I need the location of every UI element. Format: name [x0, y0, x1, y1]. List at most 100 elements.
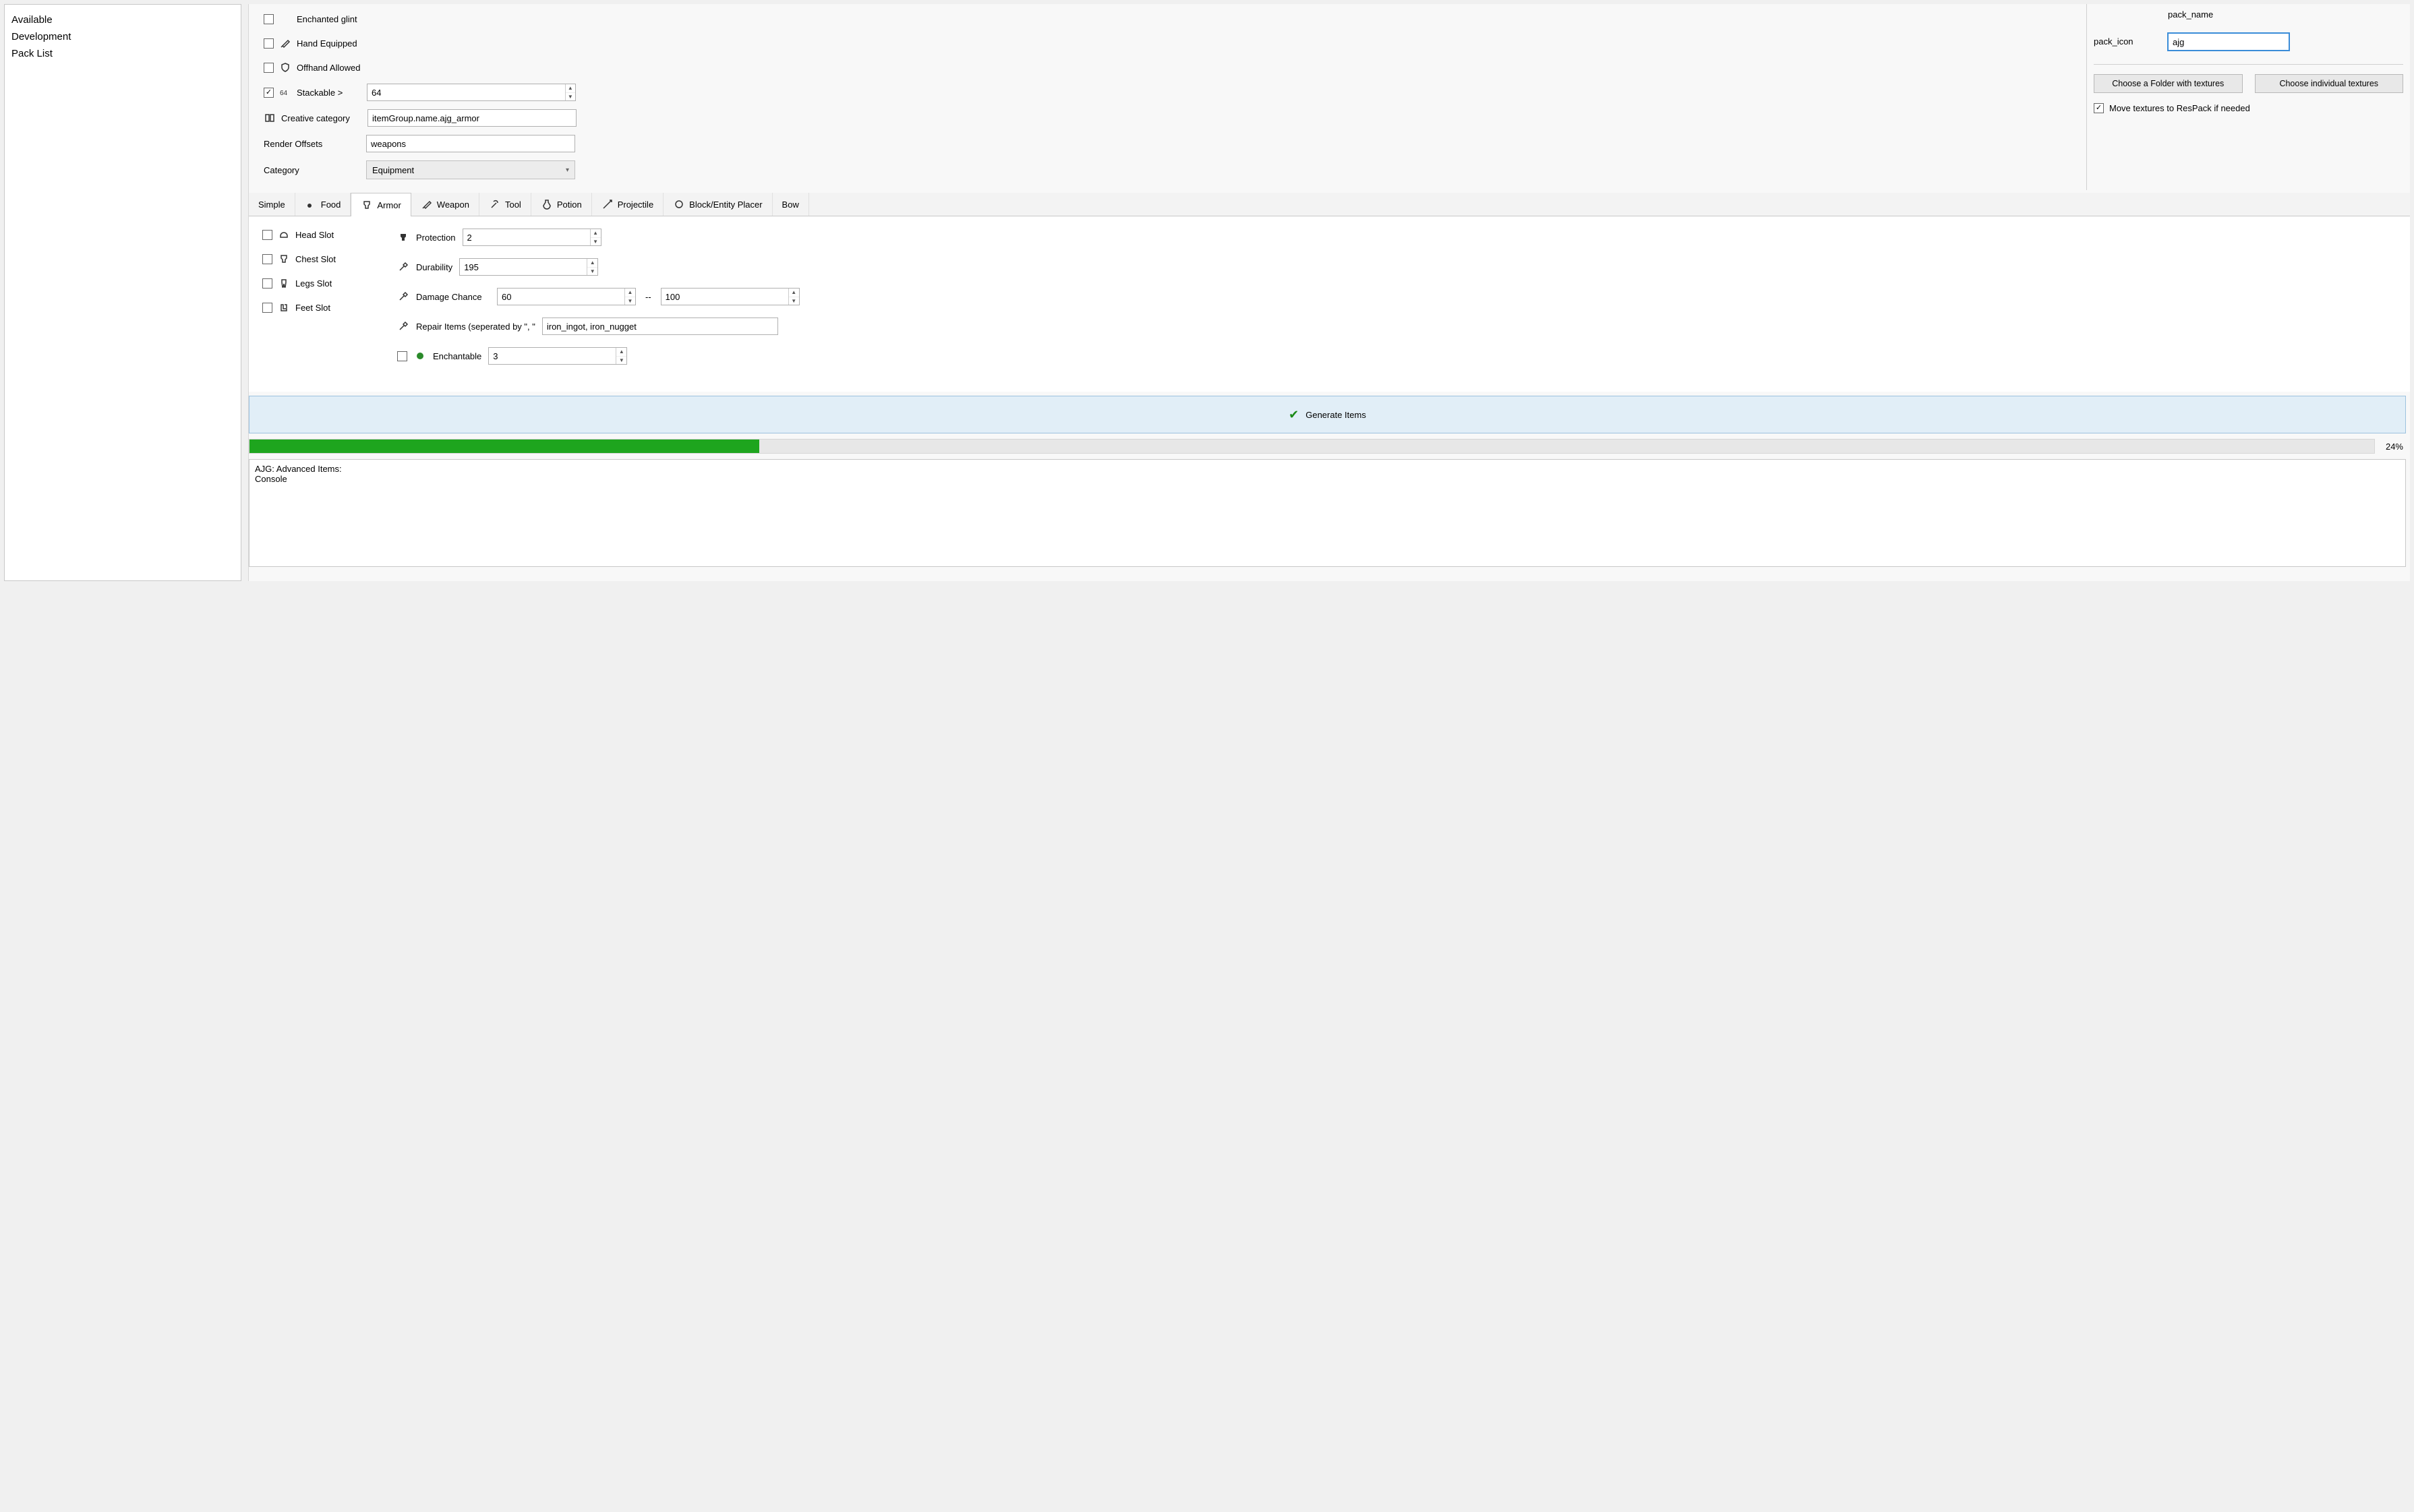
- sidebar-item-pack-list[interactable]: Pack List: [9, 45, 237, 62]
- protection-label: Protection: [416, 233, 456, 243]
- move-textures-label: Move textures to ResPack if needed: [2109, 103, 2250, 113]
- item-options: Enchanted glint Hand Equipped Offhand Al…: [249, 4, 2086, 190]
- main-panel: Enchanted glint Hand Equipped Offhand Al…: [248, 4, 2410, 581]
- legs-slot-label: Legs Slot: [295, 278, 332, 289]
- creative-category-input[interactable]: [367, 109, 577, 127]
- sidebar: Available Development Pack List: [4, 4, 241, 581]
- enchantable-label: Enchantable: [433, 351, 481, 361]
- spinner-up-icon[interactable]: ▲: [587, 259, 597, 268]
- render-offsets-input[interactable]: [366, 135, 575, 152]
- spinner-up-icon[interactable]: ▲: [591, 229, 601, 238]
- progress-percent: 24%: [2375, 442, 2406, 452]
- spinner-up-icon[interactable]: ▲: [616, 348, 626, 357]
- progress-bar: [249, 439, 2375, 454]
- hand-equipped-checkbox[interactable]: [264, 38, 274, 49]
- render-offsets-label: Render Offsets: [264, 139, 361, 149]
- enchanted-glint-checkbox[interactable]: [264, 14, 274, 24]
- enchantable-spinner[interactable]: ▲▼: [488, 347, 627, 365]
- protection-spinner[interactable]: ▲▼: [463, 229, 601, 246]
- sparkle-icon: [279, 13, 291, 25]
- sidebar-item-development[interactable]: Development: [9, 28, 237, 45]
- book-icon: [264, 112, 276, 124]
- tab-armor[interactable]: Armor: [351, 193, 411, 216]
- spinner-up-icon[interactable]: ▲: [566, 84, 575, 93]
- creative-category-label: Creative category: [281, 113, 362, 123]
- armor-icon: [361, 199, 373, 211]
- tab-tool[interactable]: Tool: [479, 193, 531, 216]
- item-type-tabs: Simple Food Armor Weapon Tool Potion: [249, 193, 2410, 216]
- pack-name-label: pack_name: [2168, 9, 2403, 20]
- weapon-icon: [421, 198, 433, 210]
- tab-weapon[interactable]: Weapon: [411, 193, 479, 216]
- chestplate-icon: [278, 253, 290, 265]
- enchanted-glint-label: Enchanted glint: [297, 14, 357, 24]
- category-label: Category: [264, 165, 361, 175]
- generate-items-button[interactable]: ✔ Generate Items: [249, 396, 2406, 433]
- feet-slot-checkbox[interactable]: [262, 303, 272, 313]
- spinner-down-icon[interactable]: ▼: [566, 93, 575, 101]
- head-slot-checkbox[interactable]: [262, 230, 272, 240]
- hand-equipped-label: Hand Equipped: [297, 38, 357, 49]
- stackable-checkbox[interactable]: [264, 88, 274, 98]
- leggings-icon: [278, 277, 290, 289]
- tab-simple[interactable]: Simple: [249, 193, 295, 216]
- armor-tab-body: Head Slot Chest Slot Legs Slot Feet Slot: [249, 216, 2410, 392]
- offhand-allowed-label: Offhand Allowed: [297, 63, 360, 73]
- chest-slot-label: Chest Slot: [295, 254, 336, 264]
- offhand-allowed-checkbox[interactable]: [264, 63, 274, 73]
- pack-panel: pack_icon pack_name Choose a Folder with…: [2086, 4, 2410, 190]
- pack-icon-label: pack_icon: [2094, 36, 2133, 47]
- category-select[interactable]: Equipment ▾: [366, 160, 575, 179]
- enchantable-checkbox[interactable]: [397, 351, 407, 361]
- sidebar-item-available[interactable]: Available: [9, 11, 237, 28]
- stackable-label: Stackable >: [297, 88, 361, 98]
- hammer-icon: [397, 291, 409, 303]
- choose-individual-button[interactable]: Choose individual textures: [2255, 74, 2404, 93]
- protection-value[interactable]: [463, 229, 590, 245]
- enchantable-value[interactable]: [489, 348, 616, 364]
- spinner-up-icon[interactable]: ▲: [789, 289, 799, 297]
- pack-name-input[interactable]: [2168, 33, 2289, 51]
- tab-potion[interactable]: Potion: [531, 193, 592, 216]
- durability-label: Durability: [416, 262, 452, 272]
- generate-items-label: Generate Items: [1305, 410, 1366, 420]
- pickaxe-icon: [489, 198, 501, 210]
- spinner-down-icon[interactable]: ▼: [591, 238, 601, 246]
- console-output: AJG: Advanced Items: Console: [249, 459, 2406, 567]
- chevron-down-icon: ▾: [566, 167, 569, 174]
- hammer-icon: [397, 320, 409, 332]
- damage-chance-min-spinner[interactable]: ▲▼: [497, 288, 636, 305]
- boots-icon: [278, 301, 290, 313]
- choose-folder-button[interactable]: Choose a Folder with textures: [2094, 74, 2243, 93]
- damage-chance-max-spinner[interactable]: ▲▼: [661, 288, 800, 305]
- helmet-icon: [278, 229, 290, 241]
- damage-chance-max-value[interactable]: [661, 289, 788, 305]
- damage-chance-min-value[interactable]: [498, 289, 624, 305]
- repair-items-label: Repair Items (seperated by ", ": [416, 322, 535, 332]
- tab-bow[interactable]: Bow: [773, 193, 809, 216]
- potion-icon: [541, 198, 553, 210]
- damage-chance-label: Damage Chance: [416, 292, 490, 302]
- durability-value[interactable]: [460, 259, 587, 275]
- range-separator: --: [643, 292, 654, 302]
- spinner-down-icon[interactable]: ▼: [789, 297, 799, 305]
- spinner-down-icon[interactable]: ▼: [616, 357, 626, 365]
- block-icon: [673, 198, 685, 210]
- tab-block-placer[interactable]: Block/Entity Placer: [664, 193, 772, 216]
- protection-icon: [397, 231, 409, 243]
- stackable-value[interactable]: [367, 84, 565, 100]
- legs-slot-checkbox[interactable]: [262, 278, 272, 289]
- spinner-up-icon[interactable]: ▲: [625, 289, 635, 297]
- hammer-icon: [397, 261, 409, 273]
- spinner-down-icon[interactable]: ▼: [587, 268, 597, 276]
- stackable-spinner[interactable]: ▲▼: [367, 84, 576, 101]
- move-textures-checkbox[interactable]: [2094, 103, 2104, 113]
- tab-food[interactable]: Food: [295, 193, 351, 216]
- chest-slot-checkbox[interactable]: [262, 254, 272, 264]
- tab-projectile[interactable]: Projectile: [592, 193, 664, 216]
- svg-text:64: 64: [280, 90, 288, 97]
- arrow-icon: [601, 198, 614, 210]
- spinner-down-icon[interactable]: ▼: [625, 297, 635, 305]
- repair-items-input[interactable]: [542, 317, 778, 335]
- durability-spinner[interactable]: ▲▼: [459, 258, 598, 276]
